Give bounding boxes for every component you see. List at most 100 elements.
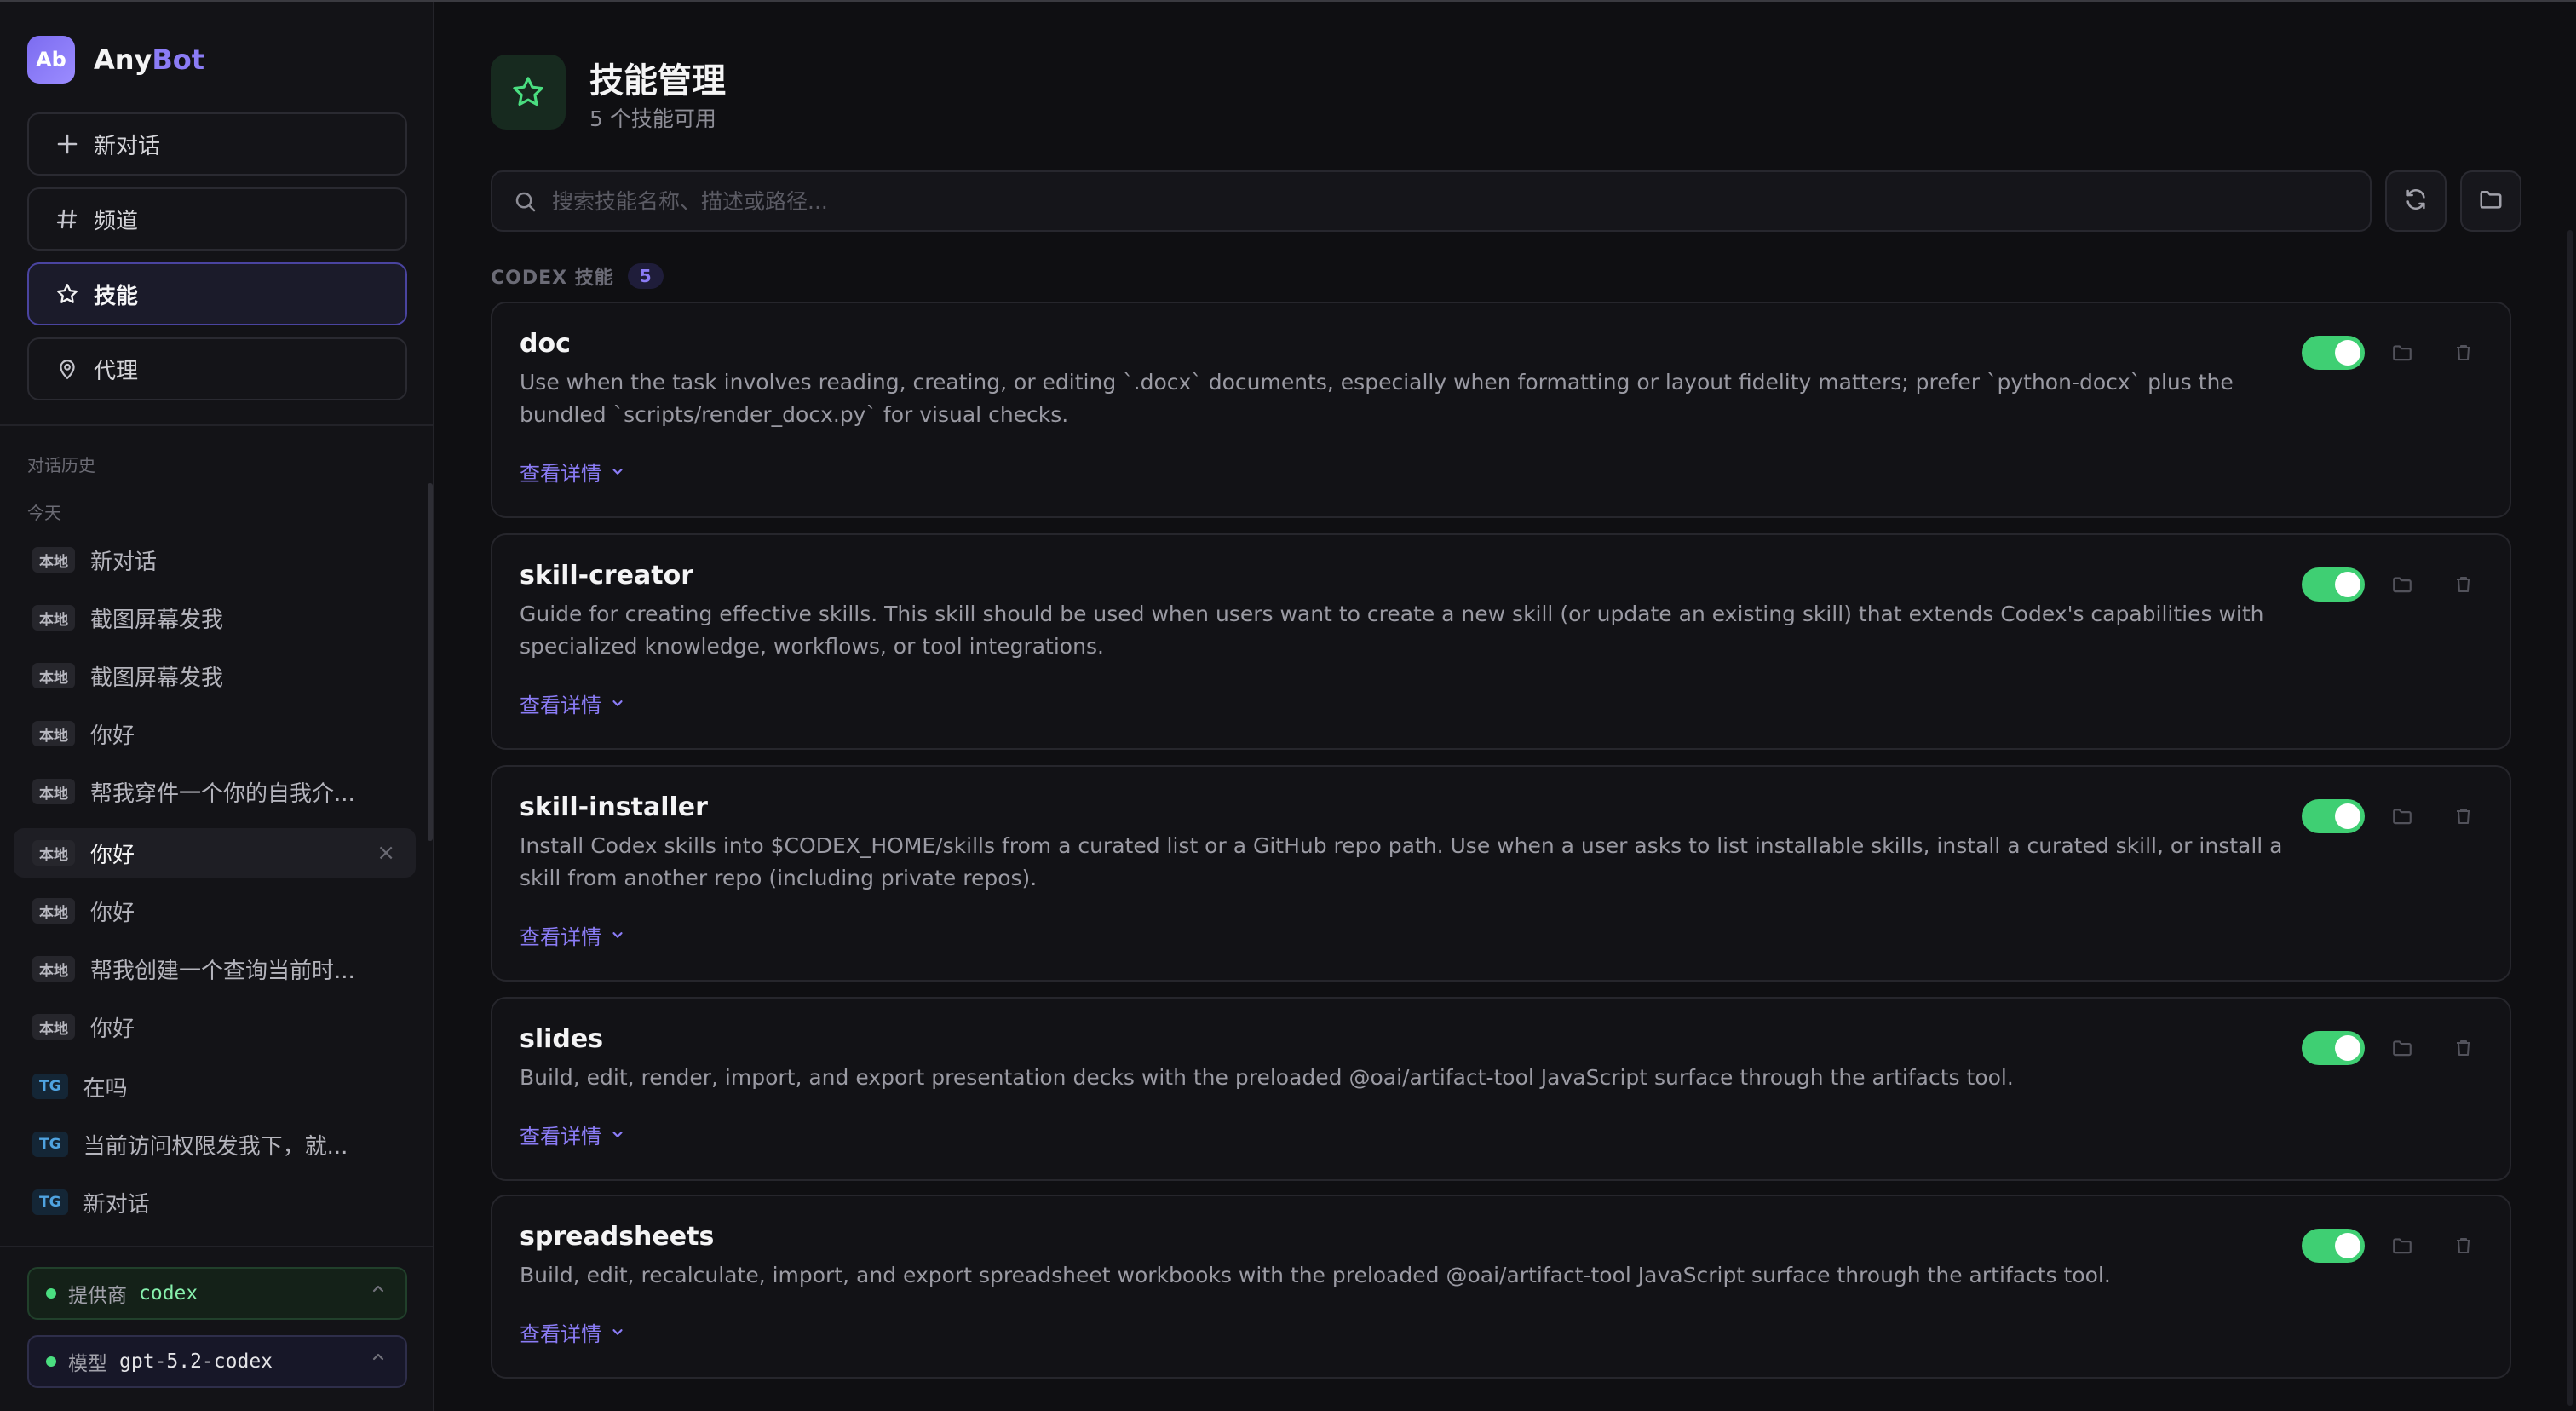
history-item[interactable]: 本地 截图屏幕发我 [14, 651, 416, 700]
model-value: gpt-5.2-codex [119, 1351, 273, 1373]
skill-name: doc [520, 329, 571, 359]
history-item[interactable]: TG 在吗 [14, 1062, 416, 1111]
enable-toggle[interactable] [2302, 799, 2365, 833]
open-folder-button[interactable] [2460, 170, 2521, 232]
skill-card: skill-creator Guide for creating effecti… [491, 533, 2511, 750]
history-group-label: 今天 [27, 503, 61, 523]
history-item[interactable]: TG 新对话 [14, 1178, 416, 1227]
status-dot [46, 1288, 56, 1299]
trash-icon[interactable] [2450, 1232, 2477, 1259]
history-item-title: 你好 [90, 1016, 135, 1042]
history-item-title: 截图屏幕发我 [90, 665, 224, 691]
view-details-link[interactable]: 查看详情 [520, 688, 625, 718]
trash-icon[interactable] [2450, 1034, 2477, 1062]
search-box[interactable] [491, 170, 2372, 232]
brand-logo: Ab [27, 36, 75, 84]
page-subtitle: 5 个技能可用 [589, 107, 716, 131]
enable-toggle[interactable] [2302, 1031, 2365, 1065]
history-item[interactable]: 本地 你好 [14, 886, 416, 936]
nav-item-skills[interactable]: 技能 [27, 262, 407, 325]
model-selector[interactable]: 模型 gpt-5.2-codex [27, 1335, 407, 1388]
folder-icon[interactable] [2389, 339, 2416, 366]
skill-name: skill-creator [520, 561, 694, 590]
history-item[interactable]: 本地 你好 [14, 1002, 416, 1051]
enable-toggle[interactable] [2302, 1229, 2365, 1263]
sidebar-divider [0, 1246, 433, 1247]
chevron-down-icon [610, 1321, 625, 1345]
toggle-knob [2335, 340, 2360, 366]
source-tag: 本地 [32, 663, 75, 688]
main-scrollbar[interactable] [2567, 230, 2573, 1406]
enable-toggle[interactable] [2302, 336, 2365, 370]
nav-item-skills-label: 技能 [94, 283, 139, 309]
star-icon [55, 281, 80, 307]
view-details-link[interactable]: 查看详情 [520, 1317, 625, 1347]
history-section-label: 对话历史 [27, 455, 95, 475]
history-item-title: 帮我创建一个查询当前时... [90, 958, 355, 984]
enable-toggle[interactable] [2302, 567, 2365, 602]
page-title: 技能管理 [589, 61, 726, 101]
skill-name: skill-installer [520, 792, 708, 822]
brand-name: AnyBot [94, 43, 204, 76]
history-item[interactable]: 本地 截图屏幕发我 [14, 593, 416, 642]
trash-icon[interactable] [2450, 339, 2477, 366]
history-item[interactable]: 本地 帮我穿件一个你的自我介... [14, 767, 416, 816]
skill-description: Build, edit, render, import, and export … [520, 1065, 2014, 1090]
provider-selector[interactable]: 提供商 codex [27, 1267, 407, 1320]
brand-name-part2: Bot [152, 43, 205, 76]
folder-icon[interactable] [2389, 1232, 2416, 1259]
history-item[interactable]: TG 当前访问权限发我下，就... [14, 1120, 416, 1169]
chevron-up-icon [370, 1281, 387, 1303]
source-tag: 本地 [32, 547, 75, 573]
location-pin-icon [55, 356, 80, 382]
close-icon[interactable]: × [377, 840, 395, 866]
hash-icon [55, 206, 80, 232]
view-details-label: 查看详情 [520, 925, 601, 949]
sidebar-divider [0, 424, 433, 426]
source-tag: TG [32, 1189, 68, 1215]
folder-icon[interactable] [2389, 571, 2416, 598]
new-chat-label: 新对话 [94, 133, 161, 159]
refresh-button[interactable] [2385, 170, 2447, 232]
trash-icon[interactable] [2450, 571, 2477, 598]
source-tag: 本地 [32, 898, 75, 924]
view-details-link[interactable]: 查看详情 [520, 457, 625, 487]
source-tag: 本地 [32, 779, 75, 804]
main-content: 技能管理 5 个技能可用 CODEX 技能 5 doc Use when the… [434, 2, 2576, 1411]
nav-item-channels-label: 频道 [94, 208, 139, 234]
view-details-label: 查看详情 [520, 1125, 601, 1149]
view-details-label: 查看详情 [520, 694, 601, 717]
star-icon [491, 55, 566, 130]
source-tag: TG [32, 1074, 68, 1099]
skill-description: Use when the task involves reading, crea… [520, 370, 2234, 427]
view-details-link[interactable]: 查看详情 [520, 920, 625, 950]
skill-description: Build, edit, recalculate, import, and ex… [520, 1263, 2111, 1287]
history-item[interactable]: 本地 你好 [14, 709, 416, 758]
history-item[interactable]: 本地 新对话 [14, 535, 416, 585]
sidebar-scrollbar[interactable] [428, 483, 433, 841]
chevron-down-icon [610, 924, 625, 947]
history-item-title: 当前访问权限发我下，就... [83, 1133, 348, 1160]
history-item-title: 帮我穿件一个你的自我介... [90, 780, 355, 807]
source-tag: 本地 [32, 956, 75, 982]
new-chat-button[interactable]: 新对话 [27, 112, 407, 176]
chevron-down-icon [610, 1123, 625, 1147]
history-item-title: 在吗 [83, 1075, 128, 1102]
section-title: CODEX 技能 [491, 268, 614, 289]
skill-card: spreadsheets Build, edit, recalculate, i… [491, 1195, 2511, 1379]
nav-item-channels[interactable]: 频道 [27, 187, 407, 251]
history-item-active[interactable]: 本地 你好 × [14, 828, 416, 878]
chevron-up-icon [370, 1349, 387, 1371]
brand[interactable]: Ab AnyBot [27, 36, 204, 84]
view-details-link[interactable]: 查看详情 [520, 1120, 625, 1149]
folder-icon[interactable] [2389, 803, 2416, 830]
plus-icon [55, 131, 80, 157]
chevron-down-icon [610, 692, 625, 716]
history-item[interactable]: 本地 帮我创建一个查询当前时... [14, 944, 416, 993]
trash-icon[interactable] [2450, 803, 2477, 830]
search-input[interactable] [552, 172, 2341, 230]
folder-icon[interactable] [2389, 1034, 2416, 1062]
nav-item-agents[interactable]: 代理 [27, 337, 407, 400]
toggle-knob [2335, 572, 2360, 597]
skill-name: spreadsheets [520, 1222, 715, 1252]
